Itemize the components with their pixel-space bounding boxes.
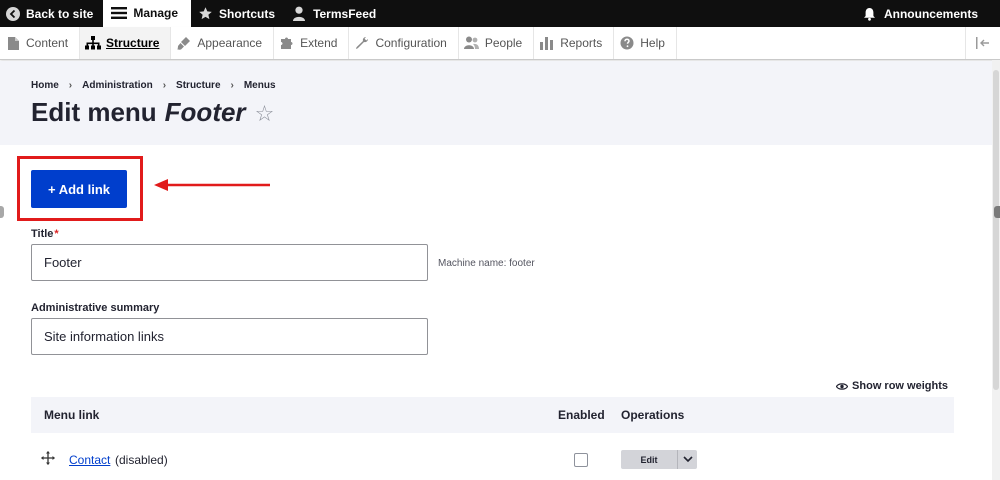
breadcrumb-separator: › <box>230 80 234 91</box>
tray-item-label: Appearance <box>197 36 263 50</box>
page-title-prefix: Edit menu <box>31 97 157 127</box>
tray-item-structure[interactable]: Structure <box>80 27 172 59</box>
shortcuts-label: Shortcuts <box>219 6 276 21</box>
manage-tab[interactable]: Manage <box>103 0 192 27</box>
title-input[interactable]: Footer <box>31 244 428 281</box>
tray-item-label: Structure <box>106 36 160 50</box>
file-icon <box>5 35 21 51</box>
sitemap-icon <box>85 35 102 51</box>
chevron-down-icon <box>682 456 693 463</box>
tray-item-content[interactable]: Content <box>0 27 81 59</box>
tray-item-configuration[interactable]: Configuration <box>349 27 459 59</box>
breadcrumb-home[interactable]: Home <box>31 80 59 91</box>
column-header-operations: Operations <box>621 408 685 422</box>
bell-icon <box>862 6 878 22</box>
shortcut-star-icon[interactable]: ☆ <box>255 101 275 127</box>
dock-toggle-icon <box>976 37 989 49</box>
hamburger-icon <box>111 5 128 21</box>
add-link-button[interactable]: + Add link <box>31 170 127 208</box>
tray-item-reports[interactable]: Reports <box>534 27 615 59</box>
help-icon <box>619 35 635 51</box>
show-row-weights-label: Show row weights <box>852 380 948 392</box>
edit-button[interactable]: Edit <box>621 450 677 469</box>
shortcuts-tab[interactable]: Shortcuts <box>191 0 285 27</box>
breadcrumb-separator: › <box>162 80 167 91</box>
column-header-enabled: Enabled <box>558 408 605 422</box>
tray-item-label: Configuration <box>375 36 447 50</box>
required-marker: * <box>54 228 59 240</box>
breadcrumb: Home › Administration › Structure › Menu… <box>31 80 276 91</box>
back-arrow-icon <box>6 6 20 21</box>
back-to-site-link[interactable]: Back to site <box>0 0 103 27</box>
back-to-site-label: Back to site <box>26 6 94 21</box>
breadcrumb-structure[interactable]: Structure <box>176 80 220 91</box>
page-header: Home › Administration › Structure › Menu… <box>0 61 1000 145</box>
breadcrumb-menus[interactable]: Menus <box>244 80 276 91</box>
operations-dropbutton: Edit <box>621 450 697 469</box>
tray-item-extend[interactable]: Extend <box>274 27 350 59</box>
user-tab[interactable]: TermsFeed <box>285 0 386 27</box>
tray-item-help[interactable]: Help <box>614 27 677 59</box>
left-edge-handle <box>0 206 4 218</box>
machine-name: Machine name: footer <box>438 258 535 269</box>
annotation-arrow-icon <box>154 179 270 191</box>
page-title: Edit menu Footer ☆ <box>31 97 274 128</box>
eye-icon <box>836 381 849 391</box>
menu-link-contact[interactable]: Contact <box>69 453 110 467</box>
tray-item-people[interactable]: People <box>459 27 535 59</box>
tray-orientation-toggle[interactable] <box>965 27 1000 59</box>
user-icon <box>291 6 307 22</box>
tray-spacer <box>677 27 965 59</box>
menu-link-status: (disabled) <box>115 453 168 467</box>
title-label-text: Title <box>31 228 54 240</box>
admin-toolbar: Back to site Manage Shortcuts TermsFeed … <box>0 0 1000 27</box>
tray-item-label: Extend <box>300 36 338 50</box>
tray-item-label: Help <box>640 36 665 50</box>
wrench-icon <box>354 35 370 51</box>
page-title-menu-name: Footer <box>164 97 246 127</box>
puzzle-icon <box>279 35 295 51</box>
column-header-menu-link: Menu link <box>44 408 100 422</box>
tray-item-label: Reports <box>560 36 603 50</box>
tray-item-label: People <box>484 36 523 50</box>
tray-item-appearance[interactable]: Appearance <box>171 27 275 59</box>
summary-field-label: Administrative summary <box>31 302 160 314</box>
operations-toggle[interactable] <box>677 450 697 469</box>
title-field-label: Title* <box>31 228 59 240</box>
show-row-weights-toggle[interactable]: Show row weights <box>836 380 948 392</box>
brush-icon <box>176 35 192 51</box>
breadcrumb-administration[interactable]: Administration <box>82 80 153 91</box>
summary-input[interactable]: Site information links <box>31 318 428 355</box>
breadcrumb-separator: › <box>68 80 73 91</box>
star-icon <box>197 6 213 22</box>
user-label: TermsFeed <box>313 6 377 21</box>
bar-chart-icon <box>539 35 555 51</box>
menu-table-header: Menu link Enabled Operations <box>31 397 954 433</box>
enabled-checkbox[interactable] <box>574 453 588 467</box>
table-row: Contact (disabled) Edit <box>31 433 954 480</box>
scrollbar-thumb[interactable] <box>993 70 999 390</box>
announcements-tab[interactable]: Announcements <box>856 0 1000 27</box>
drag-handle-icon[interactable] <box>41 451 55 465</box>
people-icon <box>464 35 480 51</box>
announcements-label: Announcements <box>883 6 978 21</box>
right-edge-handle <box>994 206 1000 218</box>
admin-tray: Content Structure Appearance Extend Conf… <box>0 27 1000 60</box>
tray-item-label: Content <box>26 36 69 50</box>
manage-label: Manage <box>133 5 179 20</box>
